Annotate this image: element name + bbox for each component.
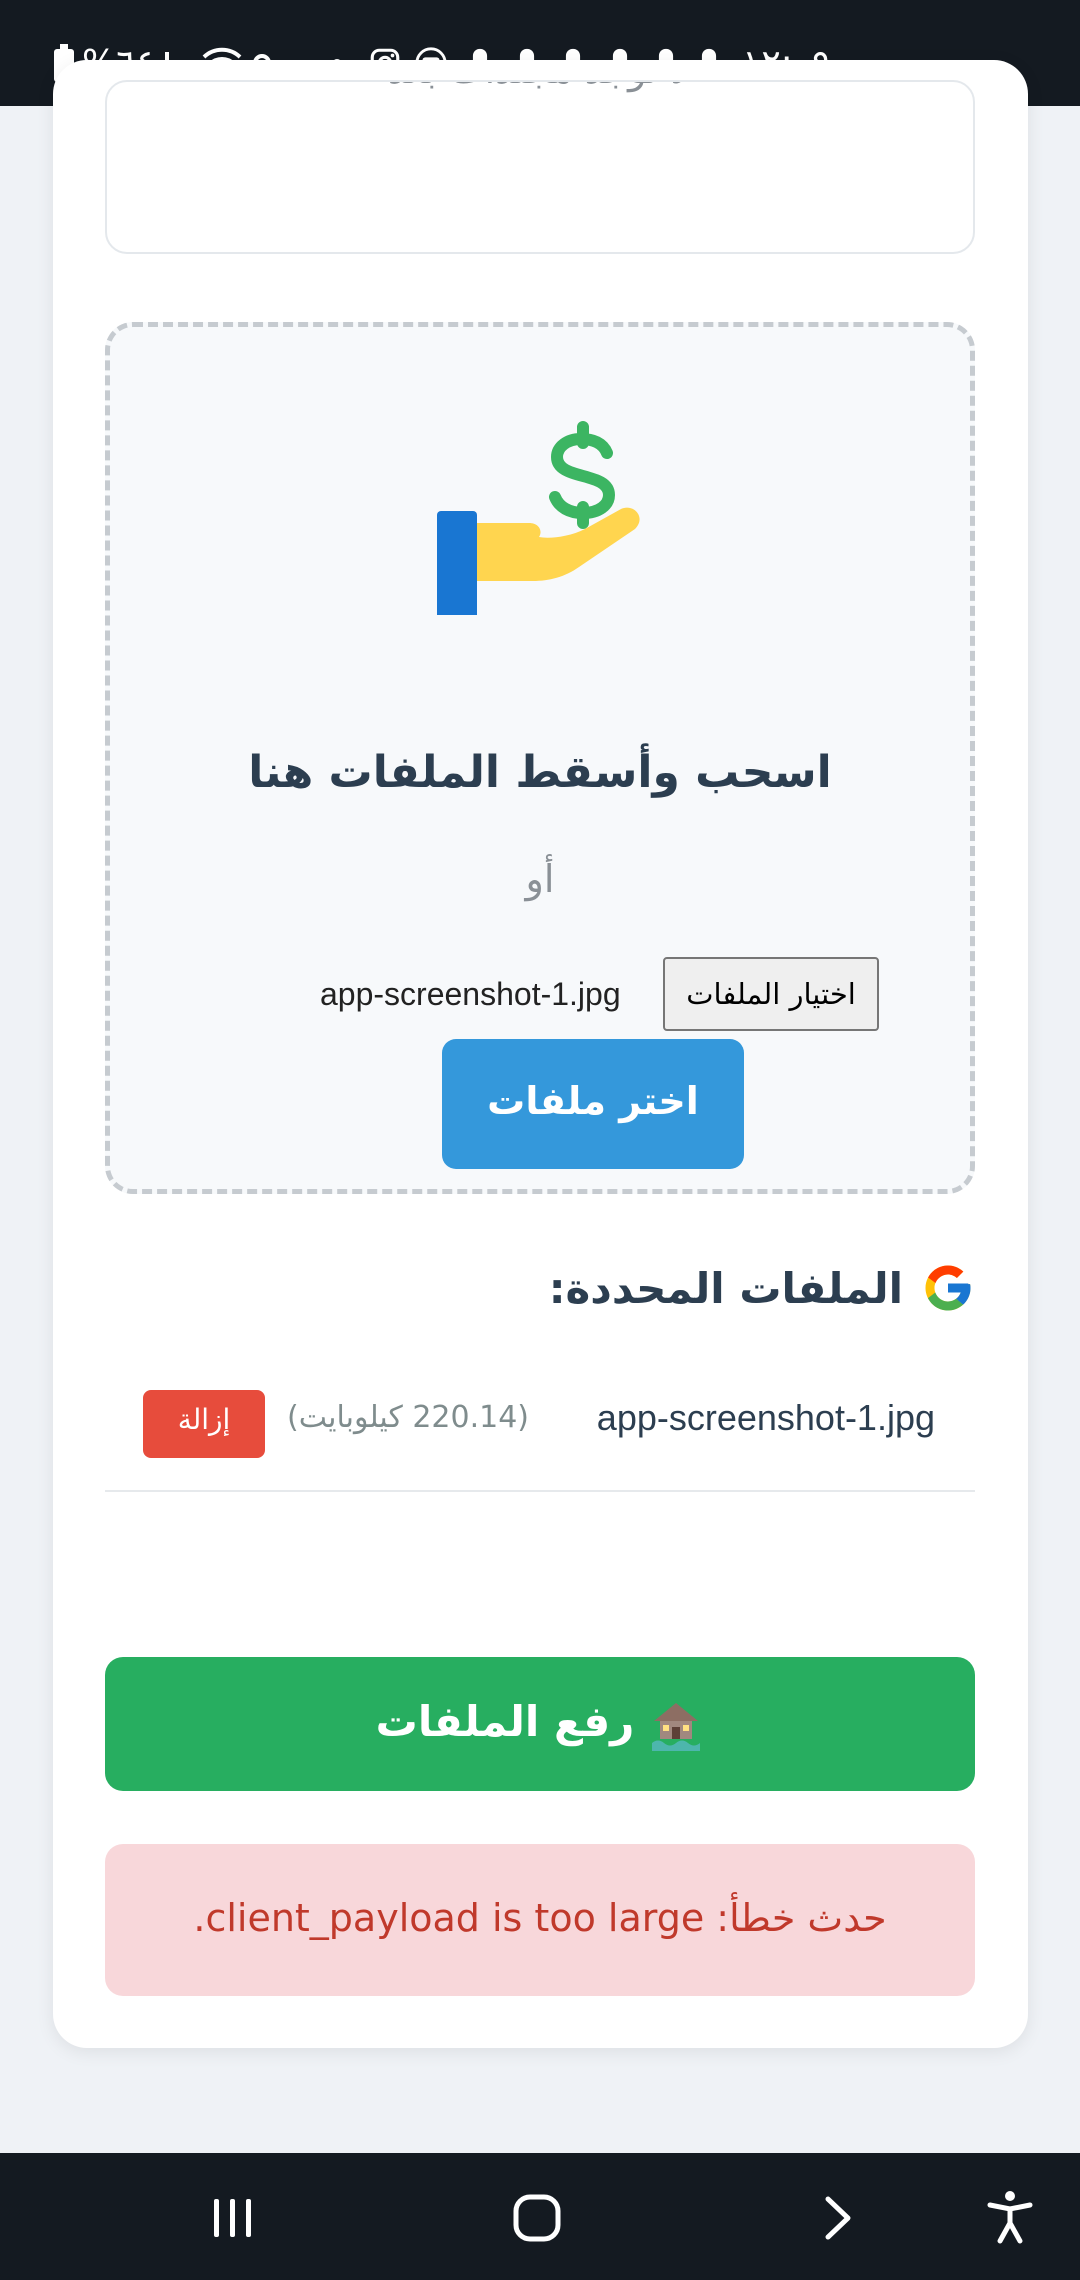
hut-icon xyxy=(652,1702,701,1751)
selected-file-row: app-screenshot-1.jpg (220.14 كيلوبايت) إ… xyxy=(105,1390,975,1492)
navigation-bar xyxy=(0,2153,1080,2280)
dropzone-or: أو xyxy=(525,857,555,901)
recent-apps-icon[interactable] xyxy=(210,2195,256,2241)
upload-files-label: رفع الملفات xyxy=(375,1697,635,1746)
folders-empty-text: لا توجد مجلدات بعد xyxy=(107,82,973,92)
native-file-button[interactable]: اختيار الملفات xyxy=(663,957,879,1031)
upload-card: لا توجد مجلدات بعد اسحب وأسقط الملفات هن… xyxy=(53,60,1028,2048)
accessibility-icon[interactable] xyxy=(986,2189,1034,2245)
folders-list: لا توجد مجلدات بعد xyxy=(105,80,975,254)
choose-files-button[interactable]: اختر ملفات xyxy=(442,1039,744,1169)
file-input[interactable]: اختيار الملفات app-screenshot-1.jpg xyxy=(110,957,970,1033)
back-icon[interactable] xyxy=(820,2195,856,2241)
remove-file-button[interactable]: إزالة xyxy=(143,1390,265,1458)
selected-files-heading: الملفات المحددة: xyxy=(549,1258,975,1318)
native-file-name: app-screenshot-1.jpg xyxy=(320,976,621,1012)
selected-file-name: app-screenshot-1.jpg xyxy=(596,1397,935,1438)
upload-files-button[interactable]: رفع الملفات xyxy=(105,1657,975,1791)
google-icon xyxy=(925,1265,971,1311)
selected-files-title: الملفات المحددة: xyxy=(548,1263,903,1313)
file-dropzone[interactable]: اسحب وأسقط الملفات هنا أو اختيار الملفات… xyxy=(105,322,975,1194)
error-message: حدث خطأ: client_payload is too large. xyxy=(105,1844,975,1996)
money-hand-icon xyxy=(437,421,640,615)
dropzone-title: اسحب وأسقط الملفات هنا xyxy=(248,747,832,798)
home-icon[interactable] xyxy=(512,2193,562,2243)
selected-file-size: (220.14 كيلوبايت) xyxy=(287,1400,530,1435)
